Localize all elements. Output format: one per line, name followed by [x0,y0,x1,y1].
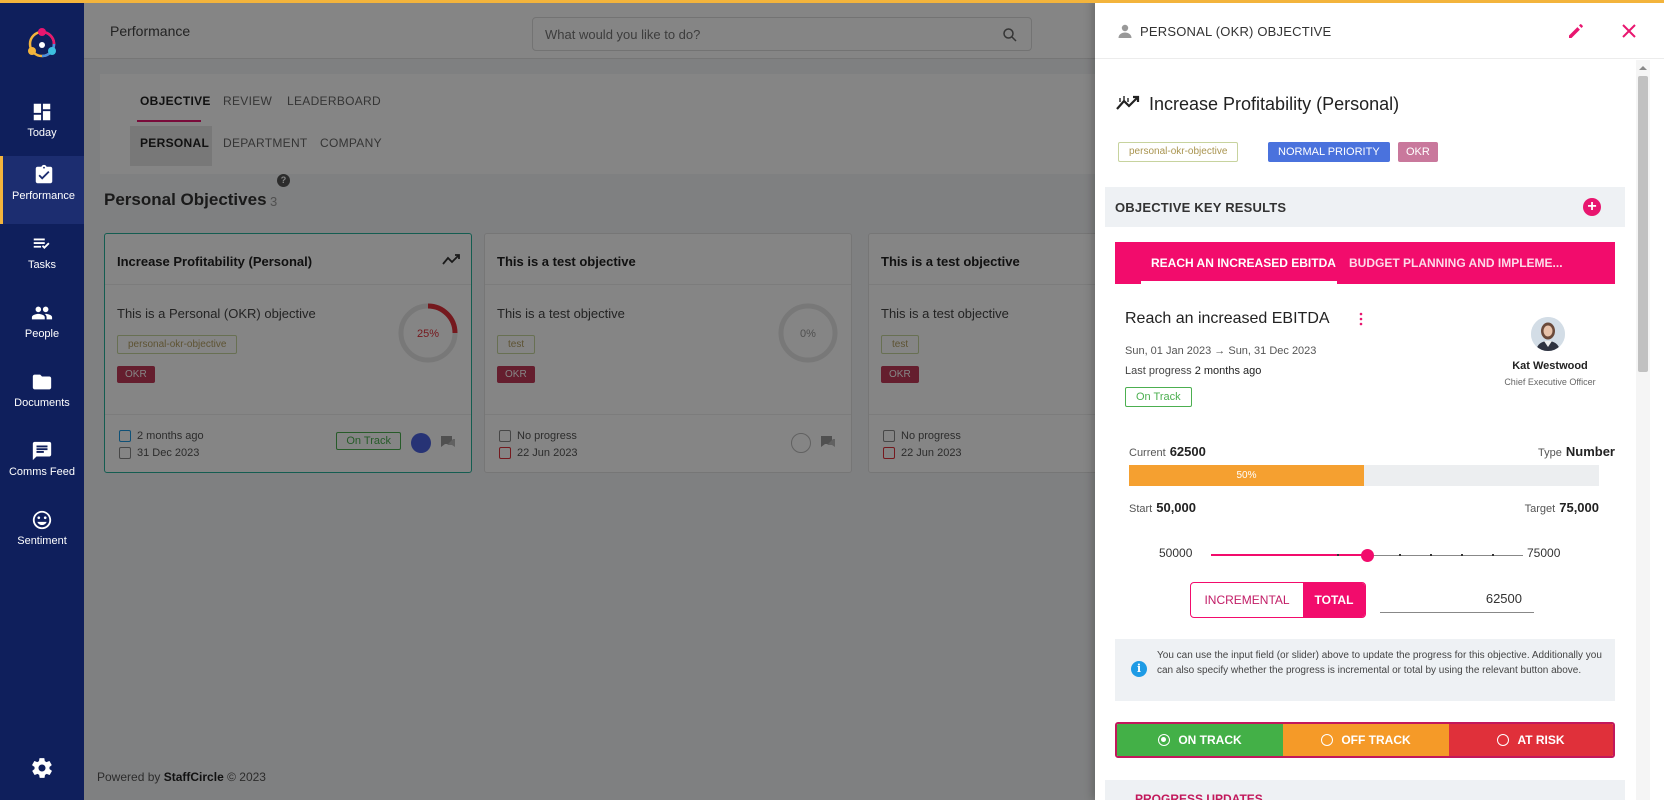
chat-icon [32,441,52,461]
start-value: Start 50,000 [1129,500,1196,515]
last-progress-label: Last progress [1125,365,1192,377]
info-text: You can use the input field (or slider) … [1157,650,1602,676]
slider-min-label: 50000 [1159,546,1193,560]
objective-drawer: PERSONAL (OKR) OBJECTIVE Increase Profit… [1095,0,1664,800]
smiley-icon [32,510,52,530]
slider-tick [1492,554,1494,556]
person-icon [1118,24,1132,38]
radio-unchecked-icon [1321,734,1334,746]
owner-avatar-image [1531,317,1565,351]
off-track-label: OFF TRACK [1341,733,1411,747]
radio-unchecked-icon [1497,734,1510,746]
type-badge: OKR [1398,142,1438,162]
target-value: Target 75,000 [1475,500,1599,515]
sidebar-item-label: Performance [12,190,75,202]
key-result-title: Reach an increased EBITDA [1125,310,1330,327]
key-results-header: OBJECTIVE KEY RESULTS + [1105,187,1625,227]
sidebar-item-people[interactable]: People [0,294,84,362]
sidebar-item-tasks[interactable]: Tasks [0,225,84,293]
kr-tab-active-underline [1141,281,1337,284]
slider-tick [1399,554,1401,556]
incremental-button[interactable]: INCREMENTAL [1191,583,1303,617]
measure-type: Type Number [1495,444,1615,459]
last-progress: Last progress 2 months ago [1125,365,1261,377]
target-number: 75,000 [1559,500,1599,515]
current-label: Current [1129,447,1166,459]
edit-pencil-icon[interactable] [1566,21,1586,41]
objective-trend-icon [1116,95,1140,110]
owner-name: Kat Westwood [1512,360,1588,372]
dashboard-icon [33,103,51,121]
at-risk-button[interactable]: AT RISK [1449,724,1613,756]
at-risk-label: AT RISK [1517,733,1565,747]
progress-mode-toggle: INCREMENTAL TOTAL [1190,582,1366,618]
slider-tick [1461,554,1463,556]
objective-slug-tag: personal-okr-objective [1118,142,1239,162]
progress-slider-thumb[interactable] [1361,549,1374,562]
drawer-scrollbar-thumb[interactable] [1638,76,1648,372]
key-results-title: OBJECTIVE KEY RESULTS [1115,200,1287,215]
start-number: 50,000 [1156,500,1196,515]
progress-bar-fill: 50% [1129,465,1364,486]
start-label: Start [1129,503,1153,515]
type-label: Type [1538,447,1562,459]
current-number: 62500 [1169,444,1206,459]
sidebar: Today Performance Tasks People Documents… [0,0,84,800]
people-icon [31,306,53,320]
priority-badge: NORMAL PRIORITY [1268,142,1390,162]
progress-slider-fill [1211,554,1367,556]
off-track-button[interactable]: OFF TRACK [1283,724,1449,756]
progress-updates-title: PROGRESS UPDATES [1135,792,1263,800]
info-icon: i [1131,661,1147,677]
current-value: Current 62500 [1129,444,1206,459]
more-vert-icon[interactable] [1359,312,1363,326]
info-box: i You can use the input field (or slider… [1115,639,1615,701]
close-icon[interactable] [1620,22,1638,40]
settings-gear-icon[interactable] [30,756,54,780]
checklist-icon [33,238,50,249]
progress-value-input[interactable] [1380,585,1534,613]
folder-icon [32,374,52,390]
add-key-result-icon[interactable]: + [1583,198,1601,216]
target-label: Target [1524,503,1556,515]
drawer-header: PERSONAL (OKR) OBJECTIVE [1095,3,1664,59]
radio-checked-icon [1158,734,1171,746]
top-accent-bar [0,0,1664,3]
slider-tick [1430,554,1432,556]
sidebar-item-documents[interactable]: Documents [0,363,84,431]
status-badge: On Track [1125,387,1192,407]
sidebar-item-label: People [24,328,60,340]
progress-bar: 50% [1129,465,1599,486]
on-track-label: ON TRACK [1178,733,1242,747]
staffcircle-logo[interactable] [24,26,60,62]
slider-tick [1337,554,1339,556]
clipboard-check-icon [35,164,52,184]
sidebar-item-today[interactable]: Today [0,93,84,161]
owner-role: Chief Executive Officer [1504,377,1596,387]
total-button[interactable]: TOTAL [1303,583,1365,617]
key-result-dates: Sun, 01 Jan 2023 → Sun, 31 Dec 2023 [1125,345,1317,357]
sidebar-item-label: Today [27,127,57,139]
tab-kr-budget[interactable]: BUDGET PLANNING AND IMPLEME... [1349,256,1563,270]
sidebar-item-label: Tasks [27,259,57,271]
objective-title: Increase Profitability (Personal) [1149,94,1400,114]
owner-avatar[interactable] [1531,317,1565,351]
status-selector: ON TRACK OFF TRACK AT RISK [1115,722,1615,758]
last-progress-value: 2 months ago [1194,365,1262,377]
on-track-button[interactable]: ON TRACK [1117,724,1283,756]
sidebar-item-sentiment[interactable]: Sentiment [0,501,84,569]
type-value: Number [1565,444,1615,459]
progress-updates-header[interactable]: PROGRESS UPDATES [1105,780,1625,800]
tab-kr-ebitda[interactable]: REACH AN INCREASED EBITDA [1151,256,1336,270]
sidebar-item-performance[interactable]: Performance [0,156,84,224]
key-result-tabs: REACH AN INCREASED EBITDA BUDGET PLANNIN… [1115,242,1615,284]
drawer-title: PERSONAL (OKR) OBJECTIVE [1140,24,1332,39]
sidebar-item-label: Sentiment [17,535,67,547]
slider-max-label: 75000 [1527,546,1561,560]
sidebar-item-label: Comms Feed [8,466,76,478]
sidebar-item-label: Documents [14,397,70,409]
sidebar-item-comms-feed[interactable]: Comms Feed [0,432,84,500]
scroll-up-arrow-icon[interactable] [1639,64,1647,72]
modal-backdrop[interactable] [84,0,1095,800]
